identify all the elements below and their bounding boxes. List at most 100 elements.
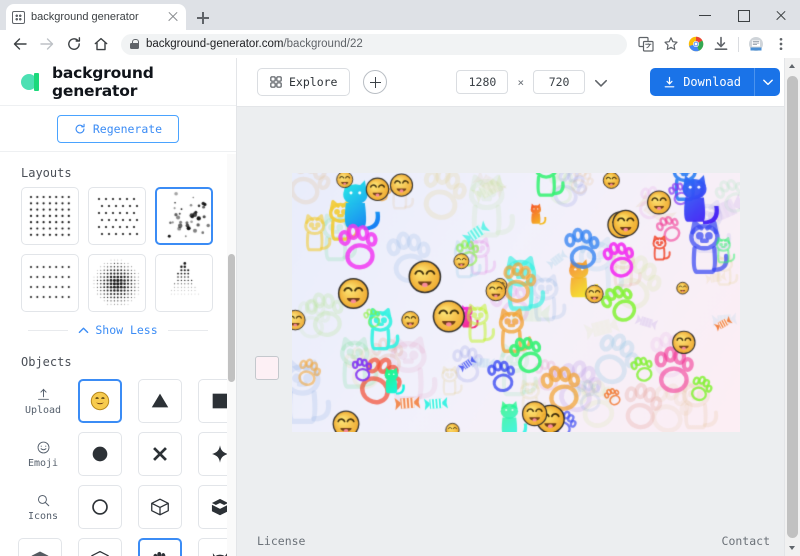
object-tool-label: Upload xyxy=(24,404,62,416)
page-content: background generator Regenerate Layouts … xyxy=(0,58,800,556)
show-less-button[interactable]: Show Less xyxy=(78,323,158,337)
height-input[interactable]: 720 xyxy=(533,70,586,94)
browser-tab[interactable]: background generator xyxy=(6,4,186,30)
box-filled-icon xyxy=(31,551,49,556)
sidebar: background generator Regenerate Layouts … xyxy=(0,58,237,556)
object-option-box-filled[interactable] xyxy=(18,538,62,556)
downloads-icon[interactable] xyxy=(710,33,732,55)
smiley-icon xyxy=(37,441,49,453)
object-tool-emoji[interactable]: Emoji xyxy=(18,432,68,476)
search-icon xyxy=(37,494,49,506)
forward-icon xyxy=(35,32,59,56)
object-option-circle-filled[interactable] xyxy=(78,432,122,476)
width-input[interactable]: 1280 xyxy=(456,70,509,94)
divider-left xyxy=(28,329,69,331)
add-button[interactable] xyxy=(363,70,388,94)
object-option-box-outline[interactable] xyxy=(78,538,122,556)
object-tool-icons[interactable]: Icons xyxy=(18,485,68,529)
license-link[interactable]: License xyxy=(257,534,305,548)
contact-link[interactable]: Contact xyxy=(722,534,770,548)
regenerate-row: Regenerate xyxy=(0,106,236,152)
object-option-open-box-outline[interactable] xyxy=(138,485,182,529)
close-icon[interactable] xyxy=(166,10,180,24)
address-bar[interactable]: background-generator.com/background/22 xyxy=(121,33,627,55)
object-option-circle-outline[interactable] xyxy=(78,485,122,529)
object-option-emoji-smiley[interactable] xyxy=(78,379,122,423)
regenerate-button[interactable]: Regenerate xyxy=(56,114,180,143)
logo-icon xyxy=(21,71,43,93)
canvas-stage xyxy=(237,107,800,526)
sidebar-scrollbar[interactable] xyxy=(227,154,236,556)
circle-filled-icon xyxy=(92,446,108,462)
tab-title: background generator xyxy=(31,11,139,23)
sidebar-scrollbar-thumb[interactable] xyxy=(228,254,235,382)
background-color-swatch[interactable] xyxy=(255,356,279,380)
lock-icon xyxy=(130,39,139,49)
page-scrollbar[interactable] xyxy=(784,58,800,556)
url-text: background-generator.com/background/22 xyxy=(146,38,363,50)
object-tool-label: Emoji xyxy=(27,457,59,469)
object-option-triangle[interactable] xyxy=(138,379,182,423)
preview-canvas[interactable] xyxy=(292,173,740,432)
chevron-down-icon xyxy=(762,79,773,86)
download-options-button[interactable] xyxy=(754,68,780,96)
explore-button[interactable]: Explore xyxy=(257,68,351,96)
translate-icon[interactable] xyxy=(635,33,657,55)
paw-print-icon xyxy=(153,551,166,556)
preset-dropdown-button[interactable] xyxy=(594,75,608,89)
divider-right xyxy=(167,329,208,331)
dots-grid-icon xyxy=(12,10,25,24)
show-less-label: Show Less xyxy=(95,323,158,337)
reload-icon[interactable] xyxy=(62,32,86,56)
back-icon[interactable] xyxy=(8,32,32,56)
toolbar-divider xyxy=(738,36,739,52)
cross-icon xyxy=(153,447,167,461)
circle-outline-icon xyxy=(92,499,108,515)
objects-grid: Upload Emoji Icons xyxy=(0,376,236,556)
layout-option-sparse-grid[interactable] xyxy=(21,254,79,312)
app-title: background generator xyxy=(52,63,154,100)
minimize-button[interactable] xyxy=(686,0,724,30)
profile-avatar-icon[interactable] xyxy=(745,33,767,55)
more-menu-icon[interactable] xyxy=(770,33,792,55)
layout-option-uniform-grid[interactable] xyxy=(21,187,79,245)
layout-option-radial-halftone[interactable] xyxy=(88,254,146,312)
upload-icon xyxy=(37,388,49,400)
new-tab-button[interactable] xyxy=(192,7,214,29)
layouts-heading: Layouts xyxy=(21,166,72,180)
bookmark-star-icon[interactable] xyxy=(660,33,682,55)
regenerate-label: Regenerate xyxy=(92,121,163,136)
scroll-up-button[interactable] xyxy=(785,58,800,74)
grid-icon xyxy=(270,76,282,88)
extension-color-icon[interactable] xyxy=(685,33,707,55)
maximize-button[interactable] xyxy=(724,0,762,30)
layout-option-triangle-halftone[interactable] xyxy=(155,254,213,312)
browser-window: background generator background-generato… xyxy=(0,0,800,556)
refresh-icon xyxy=(75,123,85,133)
show-less-row[interactable]: Show Less xyxy=(0,312,236,341)
chevron-up-icon xyxy=(79,327,89,333)
page-scrollbar-thumb[interactable] xyxy=(787,76,798,538)
home-icon[interactable] xyxy=(89,32,113,56)
download-icon xyxy=(664,76,675,87)
download-label: Download xyxy=(683,75,741,89)
scroll-down-button[interactable] xyxy=(785,540,800,556)
object-option-cross[interactable] xyxy=(138,432,182,476)
explore-label: Explore xyxy=(289,75,338,89)
window-controls xyxy=(686,0,800,30)
object-tool-upload[interactable]: Upload xyxy=(18,379,68,423)
object-option-paw-print[interactable] xyxy=(138,538,182,556)
download-button[interactable]: Download xyxy=(650,68,754,96)
sidebar-scroll-area: Layouts Show Less Objects Upload Emoji Ico… xyxy=(0,152,236,556)
browser-titlebar: background generator xyxy=(0,0,800,30)
dimension-controls: 1280 × 720 xyxy=(456,70,608,94)
window-close-button[interactable] xyxy=(762,0,800,30)
emoji-smiley-icon xyxy=(90,391,110,411)
download-group: Download xyxy=(650,68,780,96)
app-toolbar: Explore 1280 × 720 Download xyxy=(237,58,800,107)
objects-heading: Objects xyxy=(21,355,72,369)
layout-option-scatter-random[interactable] xyxy=(155,187,213,245)
app-brand: background generator xyxy=(0,58,236,106)
url-domain: background-generator.com xyxy=(146,38,284,50)
layout-option-offset-grid[interactable] xyxy=(88,187,146,245)
